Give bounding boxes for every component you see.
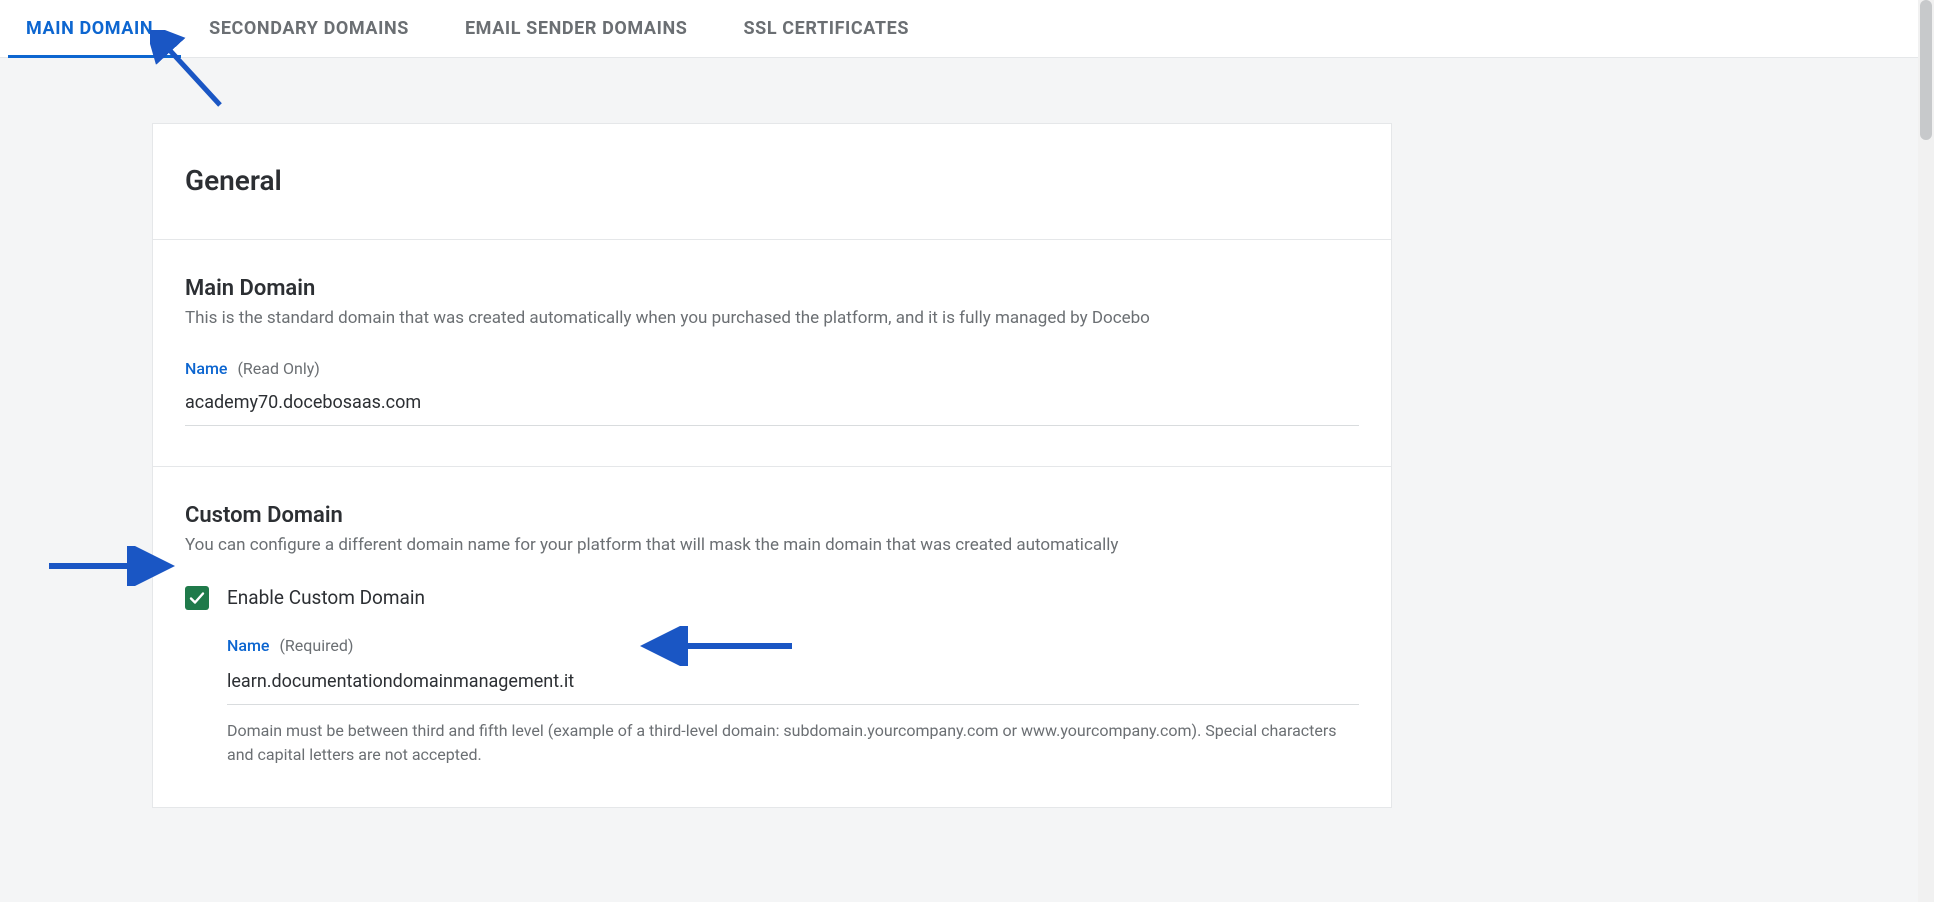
custom-domain-input[interactable] bbox=[227, 665, 1359, 705]
custom-domain-field-wrap: Name (Required) Domain must be between t… bbox=[227, 636, 1359, 767]
card-header: General bbox=[153, 124, 1391, 240]
main-domain-value: academy70.docebosaas.com bbox=[185, 388, 1359, 426]
enable-custom-domain-checkbox[interactable] bbox=[185, 586, 209, 610]
main-domain-name-hint: (Read Only) bbox=[237, 359, 319, 378]
main-domain-name-label: Name bbox=[185, 359, 227, 378]
main-domain-name-label-row: Name (Read Only) bbox=[185, 359, 1359, 378]
custom-domain-name-label: Name bbox=[227, 636, 269, 655]
vertical-scrollbar[interactable] bbox=[1918, 0, 1934, 902]
card-title: General bbox=[185, 164, 1359, 197]
enable-custom-domain-label: Enable Custom Domain bbox=[227, 586, 425, 609]
custom-domain-heading: Custom Domain bbox=[185, 503, 1359, 528]
settings-card: General Main Domain This is the standard… bbox=[152, 123, 1392, 808]
scrollbar-thumb[interactable] bbox=[1920, 0, 1932, 140]
tab-ssl-certificates[interactable]: SSL CERTIFICATES bbox=[715, 0, 937, 57]
custom-domain-description: You can configure a different domain nam… bbox=[185, 534, 1359, 558]
tab-email-sender-domains[interactable]: EMAIL SENDER DOMAINS bbox=[437, 0, 716, 57]
enable-custom-domain-row: Enable Custom Domain bbox=[185, 586, 1359, 610]
tab-main-domain[interactable]: MAIN DOMAIN bbox=[8, 0, 181, 57]
main-domain-heading: Main Domain bbox=[185, 276, 1359, 301]
tab-bar: MAIN DOMAIN SECONDARY DOMAINS EMAIL SEND… bbox=[0, 0, 1934, 58]
custom-domain-name-label-row: Name (Required) bbox=[227, 636, 1359, 655]
section-custom-domain: Custom Domain You can configure a differ… bbox=[153, 467, 1391, 807]
custom-domain-name-hint: (Required) bbox=[279, 636, 353, 655]
main-domain-description: This is the standard domain that was cre… bbox=[185, 307, 1359, 331]
custom-domain-helper: Domain must be between third and fifth l… bbox=[227, 719, 1359, 767]
page-body: General Main Domain This is the standard… bbox=[0, 58, 1934, 808]
check-icon bbox=[189, 590, 205, 606]
tab-secondary-domains[interactable]: SECONDARY DOMAINS bbox=[181, 0, 437, 57]
section-main-domain: Main Domain This is the standard domain … bbox=[153, 240, 1391, 467]
